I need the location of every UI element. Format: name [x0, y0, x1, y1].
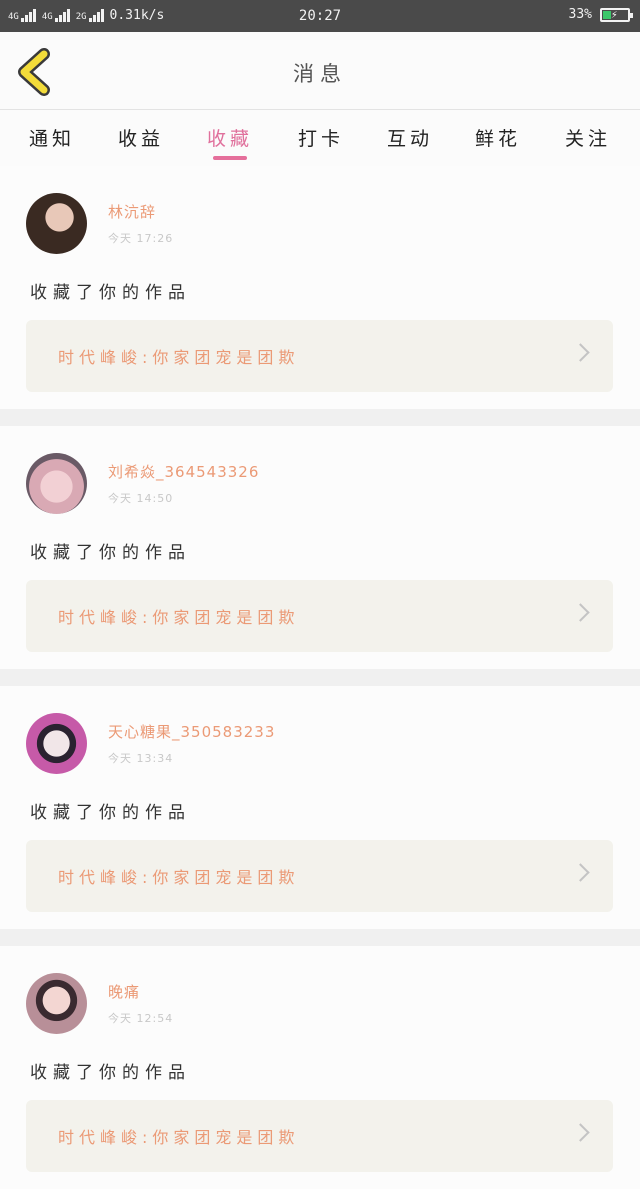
- tab-bar: 通知 收益 收藏 打卡 互动 鲜花 关注: [0, 110, 640, 166]
- message-card: 晚痛 今天 12:54 收藏了你的作品 时代峰峻:你家团宠是团欺: [0, 946, 640, 1189]
- chevron-right-icon: [571, 1123, 590, 1142]
- work-link[interactable]: 时代峰峻:你家团宠是团欺: [26, 320, 613, 392]
- divider: [0, 669, 640, 686]
- battery-percent: 33%: [568, 7, 592, 22]
- message-card: 刘希焱_364543326 今天 14:50 收藏了你的作品 时代峰峻:你家团宠…: [0, 426, 640, 669]
- work-title: 时代峰峻:你家团宠是团欺: [58, 348, 300, 367]
- work-title: 时代峰峻:你家团宠是团欺: [58, 868, 300, 887]
- clock: 20:27: [298, 8, 342, 24]
- chevron-right-icon: [571, 343, 590, 362]
- tab-favorites[interactable]: 收藏: [195, 124, 265, 151]
- page-title: 消息: [293, 62, 347, 86]
- tab-follow[interactable]: 关注: [553, 124, 623, 151]
- message-card: 天心糖果_350583233 今天 13:34 收藏了你的作品 时代峰峻:你家团…: [0, 686, 640, 929]
- timestamp: 今天 12:54: [108, 1012, 174, 1025]
- tab-earnings[interactable]: 收益: [106, 124, 176, 151]
- chevron-right-icon: [571, 603, 590, 622]
- divider: [0, 929, 640, 946]
- action-text: 收藏了你的作品: [30, 1063, 191, 1083]
- avatar[interactable]: [26, 193, 87, 254]
- username[interactable]: 刘希焱_364543326: [108, 461, 259, 482]
- work-title: 时代峰峻:你家团宠是团欺: [58, 608, 300, 627]
- charging-icon: ⚡: [611, 7, 618, 21]
- timestamp: 今天 13:34: [108, 752, 174, 765]
- work-link[interactable]: 时代峰峻:你家团宠是团欺: [26, 1100, 613, 1172]
- battery-icon: ⚡: [600, 7, 633, 22]
- tab-flowers[interactable]: 鲜花: [463, 124, 533, 151]
- tab-checkin[interactable]: 打卡: [286, 124, 356, 151]
- username[interactable]: 林沆辞: [108, 201, 156, 222]
- action-text: 收藏了你的作品: [30, 803, 191, 823]
- timestamp: 今天 17:26: [108, 232, 174, 245]
- battery-level: [603, 10, 611, 19]
- timestamp: 今天 14:50: [108, 492, 174, 505]
- action-text: 收藏了你的作品: [30, 543, 191, 563]
- tab-interaction[interactable]: 互动: [375, 124, 445, 151]
- action-text: 收藏了你的作品: [30, 283, 191, 303]
- message-list: 林沆辞 今天 17:26 收藏了你的作品 时代峰峻:你家团宠是团欺 刘希焱_36…: [0, 166, 640, 1189]
- avatar[interactable]: [26, 973, 87, 1034]
- message-card: 林沆辞 今天 17:26 收藏了你的作品 时代峰峻:你家团宠是团欺: [0, 166, 640, 409]
- header: 消息: [0, 32, 640, 110]
- tab-notifications[interactable]: 通知: [17, 124, 87, 151]
- work-title: 时代峰峻:你家团宠是团欺: [58, 1128, 300, 1147]
- work-link[interactable]: 时代峰峻:你家团宠是团欺: [26, 840, 613, 912]
- avatar[interactable]: [26, 453, 87, 514]
- username[interactable]: 天心糖果_350583233: [108, 721, 275, 742]
- chevron-right-icon: [571, 863, 590, 882]
- avatar[interactable]: [26, 713, 87, 774]
- username[interactable]: 晚痛: [108, 981, 140, 1002]
- active-tab-indicator: [213, 156, 247, 160]
- status-bar: 4G 4G 2G 0.31k/s 20:27 33% ⚡: [0, 0, 640, 32]
- work-link[interactable]: 时代峰峻:你家团宠是团欺: [26, 580, 613, 652]
- divider: [0, 409, 640, 426]
